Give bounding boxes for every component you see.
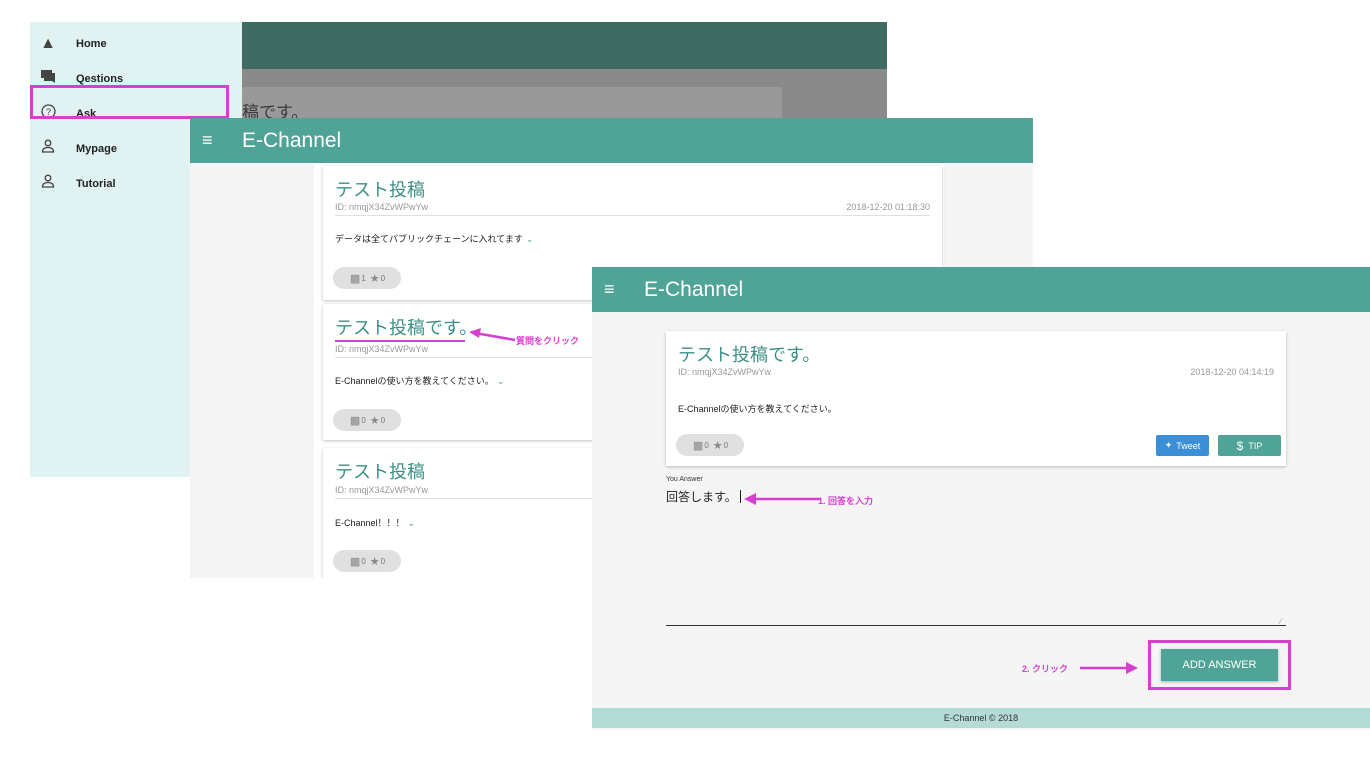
nav-item-label: Home xyxy=(76,37,107,50)
star-icon: ★ xyxy=(369,414,380,427)
dollar-icon: $ xyxy=(1236,438,1244,453)
textarea-underline xyxy=(666,625,1286,626)
dimmed-app-bar xyxy=(242,22,887,69)
answer-field-label: You Answer xyxy=(666,476,703,483)
question-title[interactable]: テスト投稿です。 xyxy=(335,314,477,340)
question-id: ID: nmqjX34ZvWPwYw xyxy=(335,344,429,354)
question-title[interactable]: テスト投稿 xyxy=(335,458,425,484)
chevron-down-icon[interactable]: ⌄ xyxy=(526,234,534,244)
comment-count: 1 xyxy=(361,273,366,283)
chevron-down-icon[interactable]: ⌄ xyxy=(497,376,505,386)
app-title: E-Channel xyxy=(242,128,342,152)
tweet-button[interactable]: ✦ Tweet xyxy=(1156,435,1209,456)
home-icon: ▲ xyxy=(40,34,56,52)
answer-text: 回答します。 xyxy=(666,490,737,504)
highlight-box xyxy=(30,85,229,119)
menu-icon[interactable]: ≡ xyxy=(202,130,224,151)
stats-chip[interactable]: ▩ 0 ★ 0 xyxy=(333,550,401,572)
title-underline xyxy=(335,340,465,342)
annotation-arrow xyxy=(744,493,820,505)
divider xyxy=(335,215,930,216)
chevron-down-icon[interactable]: ⌄ xyxy=(408,518,416,528)
question-detail-screen: ≡ E-Channel テスト投稿です。 ID: nmqjX34ZvWPwYw … xyxy=(592,267,1370,730)
app-bar: ≡ E-Channel xyxy=(190,118,1033,163)
question-detail-card: テスト投稿です。 ID: nmqjX34ZvWPwYw 2018-12-20 0… xyxy=(666,331,1286,466)
stats-chip[interactable]: ▩ 0 ★ 0 xyxy=(676,434,744,456)
question-body-text: E-Channelの使い方を教えてください。 xyxy=(335,376,494,386)
nav-item-label: Tutorial xyxy=(76,177,116,190)
text-cursor xyxy=(739,490,741,503)
question-body-text: データは全てパブリックチェーンに入れてます xyxy=(335,234,523,244)
star-icon: ★ xyxy=(712,439,723,452)
question-date: 2018-12-20 01:18:30 xyxy=(846,202,930,212)
question-id: ID: nmqjX34ZvWPwYw xyxy=(335,485,429,495)
annotation-step2: 2. クリック xyxy=(1022,664,1069,674)
answer-textarea[interactable]: 回答します。 xyxy=(666,488,741,505)
comment-count: 0 xyxy=(361,556,366,566)
annotation-step1: 1. 回答を入力 xyxy=(818,496,874,506)
question-body: データは全てパブリックチェーンに入れてます ⌄ xyxy=(335,232,533,245)
star-icon: ★ xyxy=(369,555,380,568)
menu-icon[interactable]: ≡ xyxy=(604,279,626,300)
comment-icon: ▩ xyxy=(349,414,361,427)
question-title: テスト投稿です。 xyxy=(678,345,821,365)
comment-icon: ▩ xyxy=(692,439,704,452)
app-bar: ≡ E-Channel xyxy=(592,267,1370,312)
question-body: E-Channel！！！ ⌄ xyxy=(335,516,415,529)
stats-chip[interactable]: ▩ 1 ★ 0 xyxy=(333,267,401,289)
star-icon: ★ xyxy=(369,272,380,285)
nav-item-home[interactable]: ▲ Home xyxy=(30,26,242,61)
star-count: 0 xyxy=(723,440,729,450)
star-count: 0 xyxy=(380,415,386,425)
person-icon xyxy=(36,139,60,158)
footer: E-Channel © 2018 xyxy=(592,708,1370,728)
star-count: 0 xyxy=(380,273,386,283)
nav-item-label: Mypage xyxy=(76,142,117,155)
stats-chip[interactable]: ▩ 0 ★ 0 xyxy=(333,409,401,431)
comment-count: 0 xyxy=(361,415,366,425)
nav-item-label: Qestions xyxy=(76,72,124,85)
question-body: E-Channelの使い方を教えてください。 ⌄ xyxy=(335,374,504,387)
left-gutter xyxy=(190,163,314,578)
tip-button[interactable]: $ TIP xyxy=(1218,435,1281,456)
question-body: E-Channelの使い方を教えてください。 xyxy=(678,404,837,414)
comment-icon: ▩ xyxy=(349,555,361,568)
question-id: ID: nmqjX34ZvWPwYw xyxy=(678,367,772,377)
star-count: 0 xyxy=(380,556,386,566)
app-title: E-Channel xyxy=(644,277,744,301)
twitter-icon: ✦ xyxy=(1164,440,1173,450)
question-body-text: E-Channel！！！ xyxy=(335,518,405,528)
resize-handle-icon[interactable]: ∕ xyxy=(1280,617,1281,626)
question-title[interactable]: テスト投稿 xyxy=(335,176,425,202)
question-id: ID: nmqjX34ZvWPwYw xyxy=(335,202,429,212)
annotation-click-question: 質問をクリック xyxy=(516,336,580,346)
annotation-arrow xyxy=(469,328,516,342)
tweet-label: Tweet xyxy=(1176,440,1201,451)
add-answer-button[interactable]: ADD ANSWER xyxy=(1161,649,1278,681)
comment-icon: ▩ xyxy=(349,272,361,285)
question-date: 2018-12-20 04:14:19 xyxy=(1190,367,1274,377)
comment-count: 0 xyxy=(704,440,709,450)
tip-label: TIP xyxy=(1248,440,1263,451)
person-icon xyxy=(36,174,60,193)
annotation-arrow xyxy=(1080,662,1138,674)
